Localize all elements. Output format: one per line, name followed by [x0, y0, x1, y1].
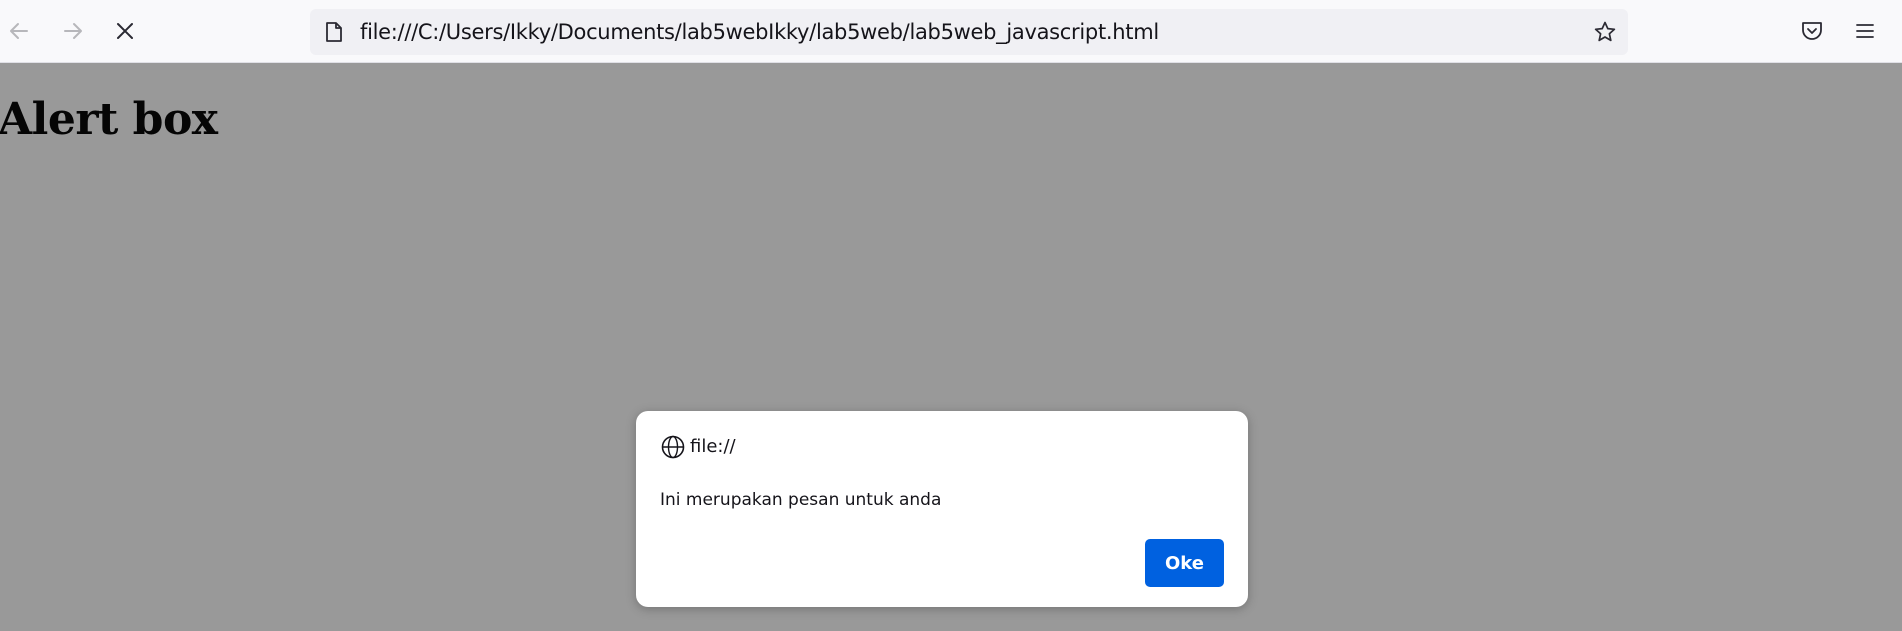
pocket-button[interactable]	[1795, 14, 1829, 48]
url-text[interactable]: file:///C:/Users/Ikky/Documents/lab5webI…	[360, 9, 1159, 55]
star-icon[interactable]	[1592, 19, 1618, 45]
page-icon[interactable]	[322, 20, 346, 44]
forward-arrow-icon	[64, 23, 82, 39]
alert-message: Ini merupakan pesan untuk anda	[660, 490, 942, 510]
alert-origin: file://	[690, 436, 736, 457]
back-button[interactable]	[2, 14, 36, 48]
hamburger-menu-icon	[1856, 24, 1874, 38]
forward-button[interactable]	[56, 14, 90, 48]
stop-button[interactable]	[108, 14, 142, 48]
globe-icon	[661, 435, 685, 459]
stop-loading-icon	[117, 23, 133, 39]
back-arrow-icon	[10, 23, 28, 39]
browser-window: file:///C:/Users/Ikky/Documents/lab5webI…	[0, 0, 1902, 631]
url-bar[interactable]: file:///C:/Users/Ikky/Documents/lab5webI…	[310, 9, 1628, 55]
browser-toolbar: file:///C:/Users/Ikky/Documents/lab5webI…	[0, 0, 1902, 63]
pocket-icon	[1802, 22, 1822, 40]
alert-dialog: file:// Ini merupakan pesan untuk anda O…	[636, 411, 1248, 607]
menu-button[interactable]	[1848, 14, 1882, 48]
ok-button[interactable]: Oke	[1145, 539, 1224, 587]
